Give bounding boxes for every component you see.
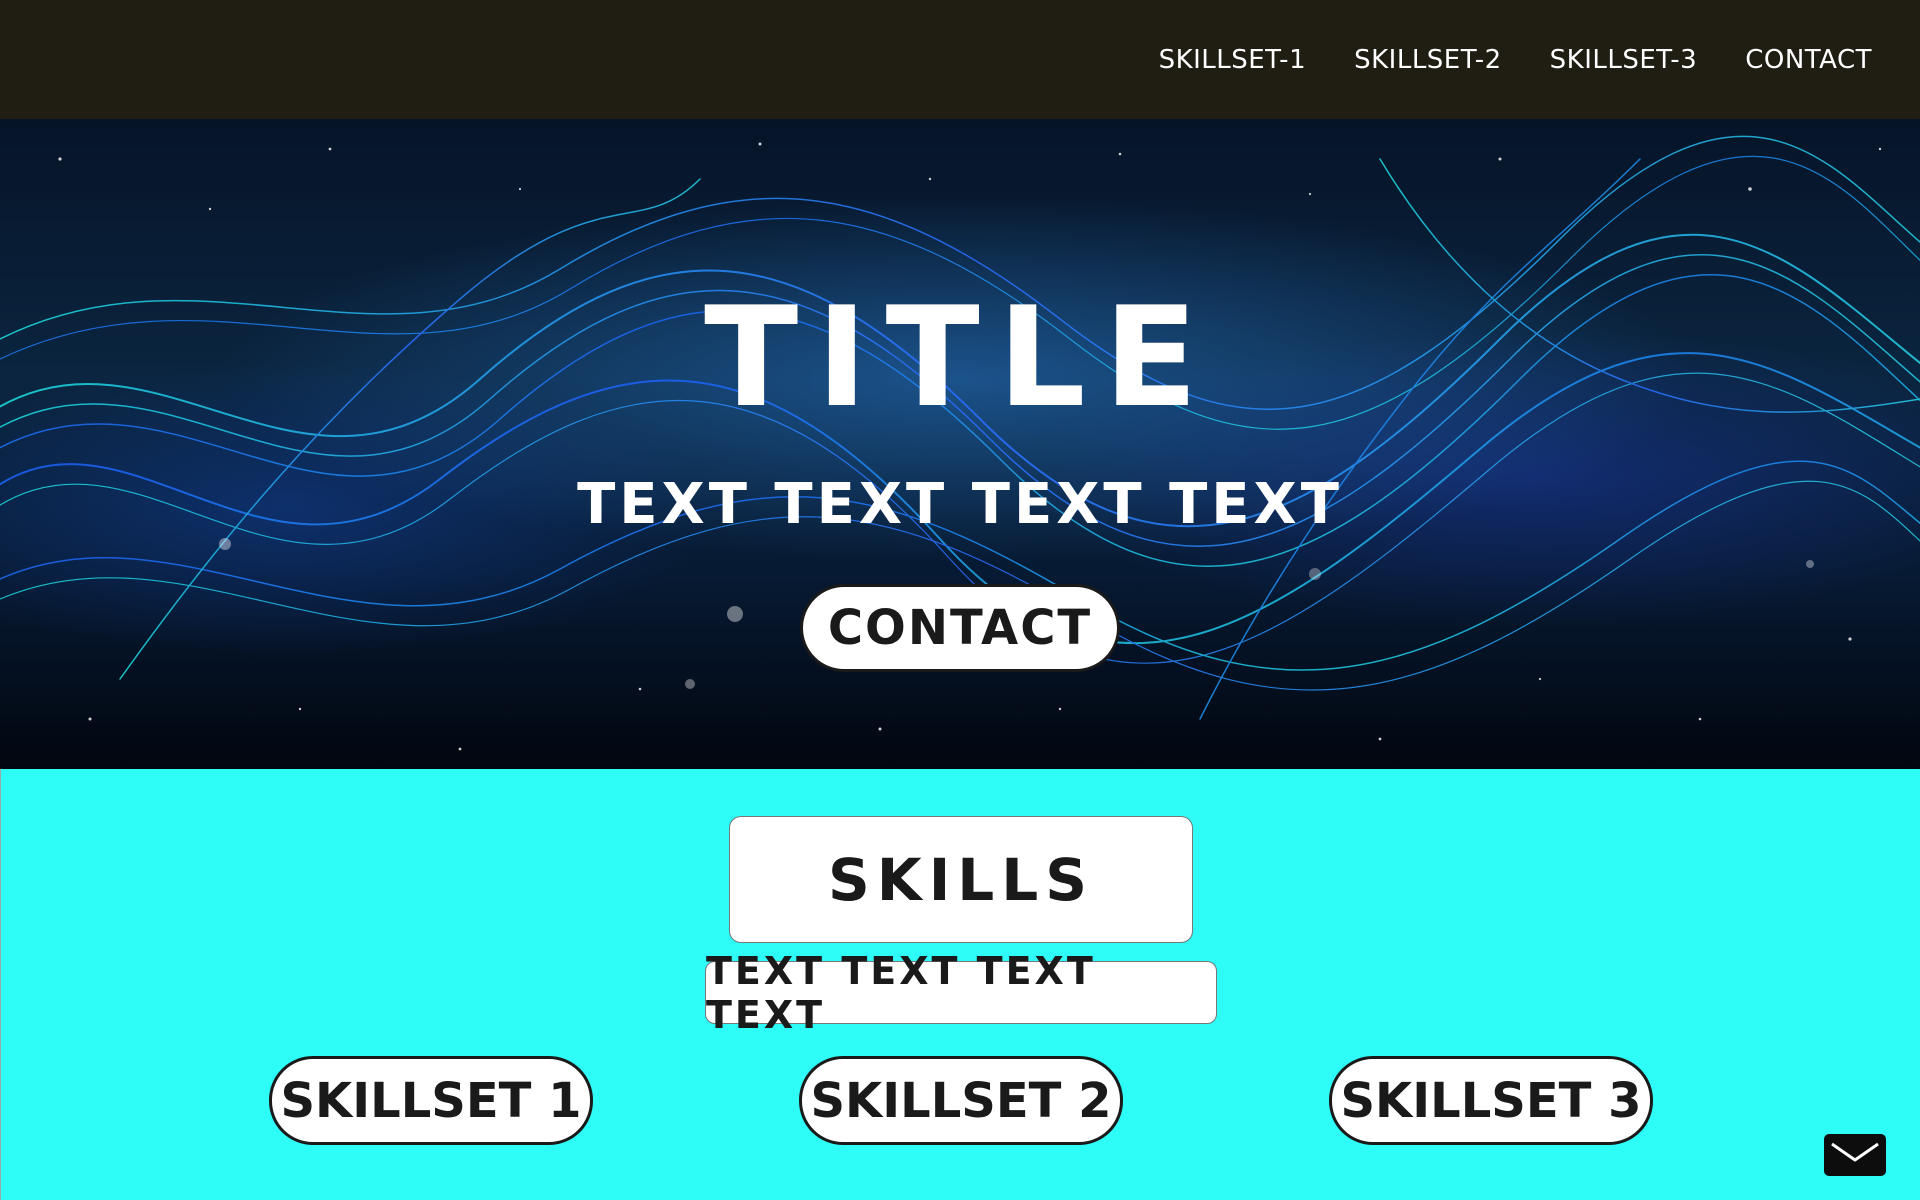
skillset-1-button[interactable]: SKILLSET 1 [269,1056,593,1145]
skills-subtext: TEXT TEXT TEXT TEXT [705,949,1217,1037]
nav-link-skillset-3[interactable]: SKILLSET-3 [1550,45,1698,75]
skills-heading: SKILLS [729,816,1193,943]
hero-contact-button[interactable]: CONTACT [800,584,1120,672]
skillset-3-button[interactable]: SKILLSET 3 [1329,1056,1653,1145]
skillset-2-button[interactable]: SKILLSET 2 [799,1056,1123,1145]
hero-title: TITLE [704,277,1216,438]
skills-section: SKILLS TEXT TEXT TEXT TEXT SKILLSET 1 SK… [0,769,1920,1200]
mail-button[interactable] [1824,1134,1886,1176]
envelope-icon [1831,1142,1879,1162]
nav-link-skillset-1[interactable]: SKILLSET-1 [1159,45,1307,75]
nav-links: SKILLSET-1 SKILLSET-2 SKILLSET-3 CONTACT [1159,0,1872,119]
hero-section: TITLE TEXT TEXT TEXT TEXT CONTACT [0,119,1920,769]
hero-subtitle: TEXT TEXT TEXT TEXT [577,472,1343,537]
top-navbar: SKILLSET-1 SKILLSET-2 SKILLSET-3 CONTACT [0,0,1920,119]
nav-link-contact[interactable]: CONTACT [1745,45,1872,75]
nav-link-skillset-2[interactable]: SKILLSET-2 [1354,45,1502,75]
